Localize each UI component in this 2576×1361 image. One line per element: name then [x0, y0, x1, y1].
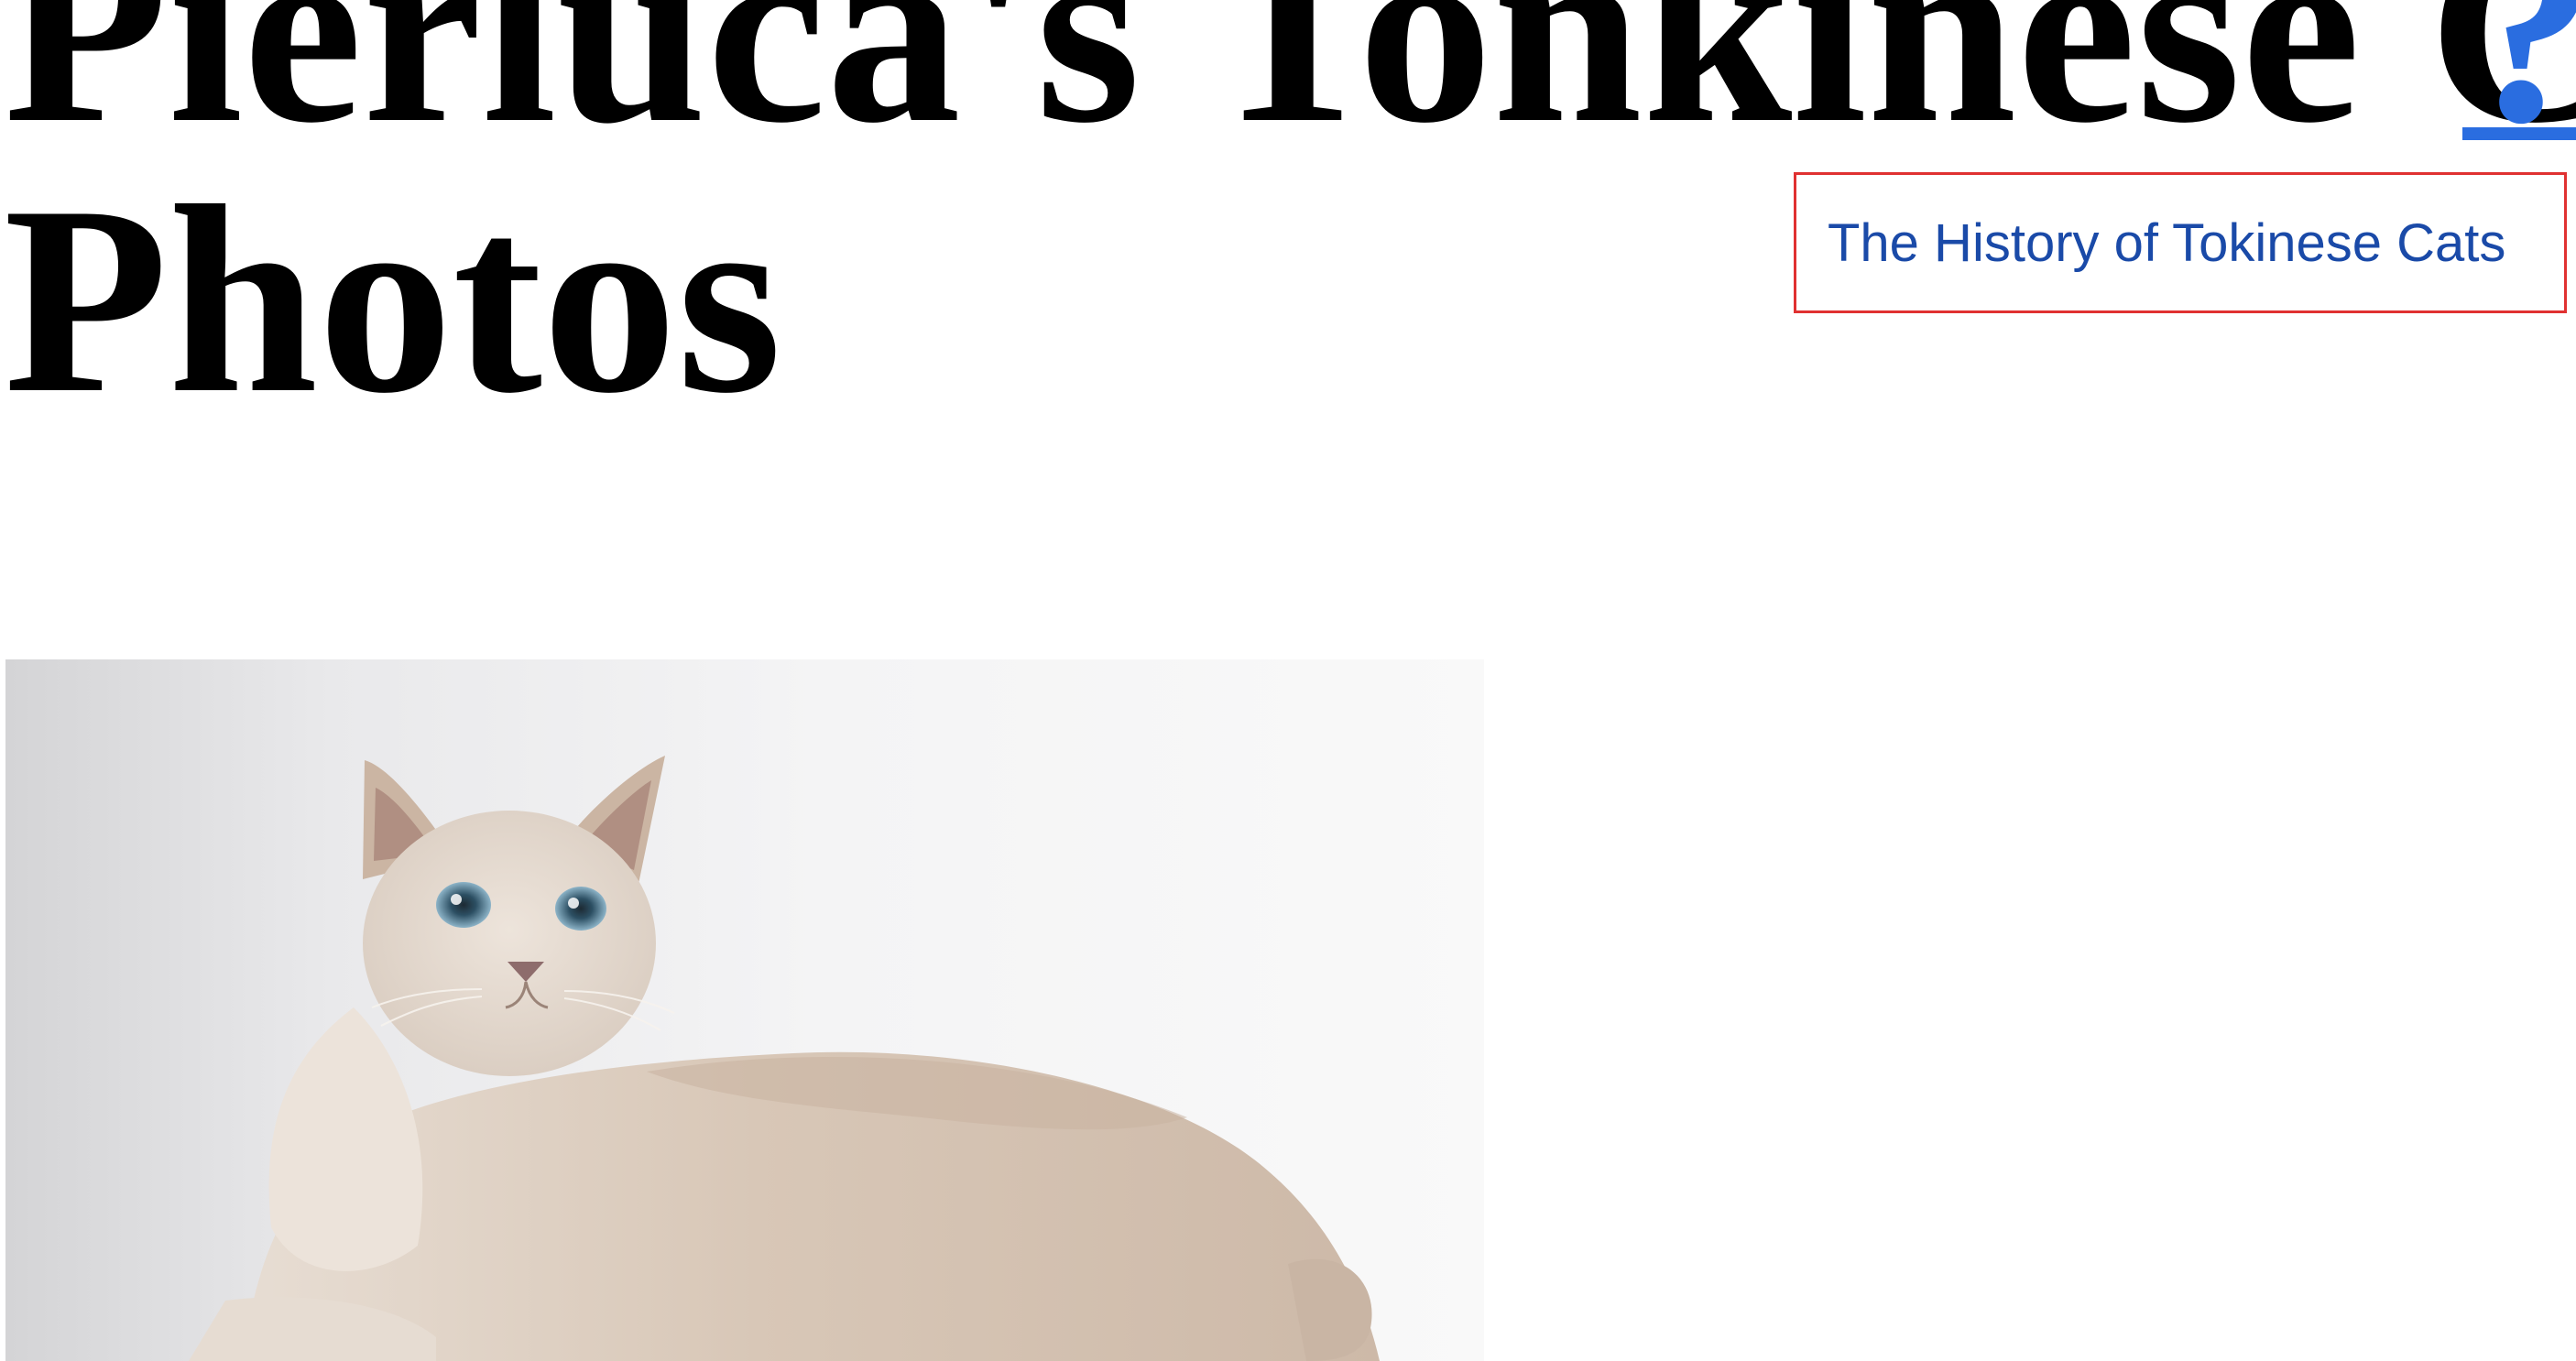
page-title-line-2: Photos	[4, 150, 782, 449]
tooltip-text: The History of Tokinese Cats	[1828, 212, 2506, 273]
page-title-line-1: Pierluca's Tonkinese Cat	[4, 0, 2576, 179]
help-link[interactable]: ?	[2462, 0, 2576, 164]
cat-photo	[5, 659, 1484, 1361]
tooltip: The History of Tokinese Cats	[1794, 172, 2567, 313]
cat-illustration	[189, 756, 1380, 1361]
page: Pierluca's Tonkinese Cat ? Photos The Hi…	[0, 0, 2576, 1361]
